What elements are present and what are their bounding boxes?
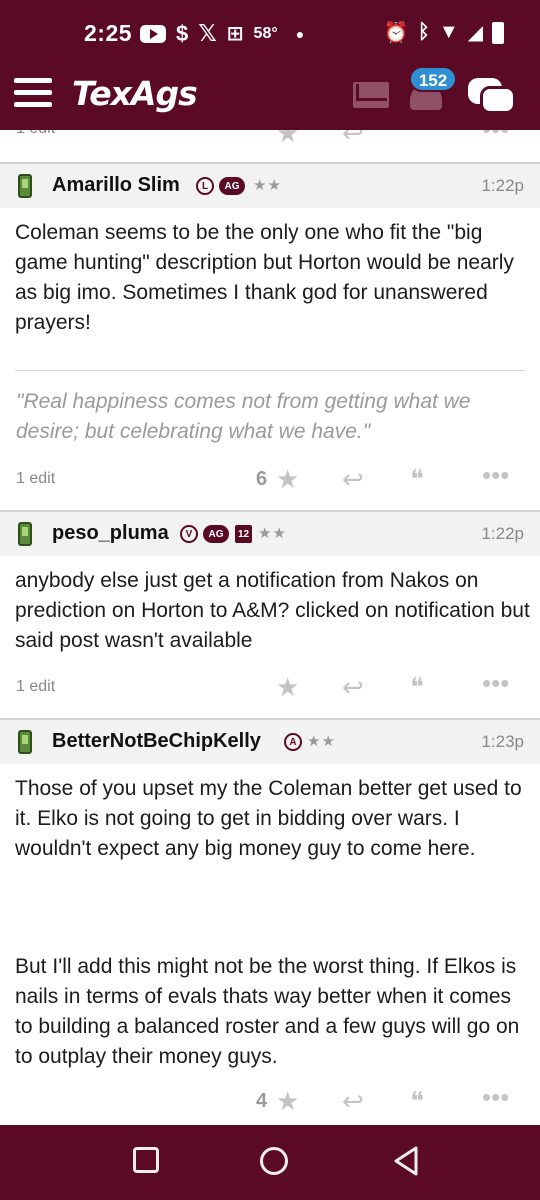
mobile-phone-icon [18, 522, 32, 546]
post-body-continued: But I'll add this might not be the worst… [15, 955, 520, 1068]
status-icons-left: $ 𝕏 ⊞ 58° ● [140, 20, 304, 47]
quote-icon[interactable]: ❝ [410, 672, 424, 703]
site-logo[interactable]: TexAgs [72, 74, 198, 113]
temperature: 58° [253, 24, 278, 42]
grid-icon: ⊞ [226, 23, 244, 45]
top-navbar: TexAgs 152 [0, 62, 540, 130]
status-bar: 2:25 $ 𝕏 ⊞ 58° ● ⏰ ᛒ ▼ ◢ [0, 0, 540, 62]
badge-l: L [196, 177, 214, 195]
post-actions: 1 edit ★ ↩ ❝ ••• [0, 668, 540, 708]
star-count: 6 [256, 468, 268, 490]
rating-stars: ★★ [307, 733, 336, 750]
quote-icon[interactable]: ❝ [410, 130, 424, 147]
reply-icon[interactable]: ↩ [342, 1086, 364, 1117]
post-signature: "Real happiness comes not from getting w… [16, 390, 471, 443]
mobile-phone-icon [18, 730, 32, 754]
star-icon[interactable]: ★ [276, 130, 299, 149]
system-nav-bar [0, 1125, 540, 1200]
more-icon[interactable]: ••• [482, 460, 509, 491]
recent-apps-icon[interactable] [133, 1147, 159, 1173]
home-icon[interactable] [260, 1147, 288, 1175]
post-actions: 4 ★ ↩ ❝ ••• [0, 1082, 540, 1122]
post-actions: 1 edit 6 ★ ↩ ❝ ••• [0, 460, 540, 500]
status-icons-right: ⏰ ᛒ ▼ ◢ [384, 20, 504, 45]
post-header: Amarillo Slim L AG ★★ 1:22p [0, 164, 540, 208]
more-icon[interactable]: ••• [482, 130, 509, 145]
quote-icon[interactable]: ❝ [410, 1086, 424, 1117]
video-icon [140, 24, 166, 43]
post-header: BetterNotBeChipKelly A ★★ 1:23p [0, 720, 540, 764]
badge-12: 12 [235, 525, 252, 543]
star-icon[interactable]: ★ [276, 672, 299, 703]
badge-v: V [180, 525, 198, 543]
more-icon[interactable]: ••• [482, 668, 509, 699]
notification-badge[interactable]: 152 [409, 66, 457, 92]
dot-icon: ● [295, 25, 305, 42]
more-icon[interactable]: ••• [482, 1082, 509, 1113]
signal-icon: ◢ [467, 22, 483, 44]
star-icon[interactable]: ★ [276, 1086, 299, 1117]
post-time: 1:22p [481, 176, 524, 195]
post-body: anybody else just get a notification fro… [15, 569, 530, 652]
badge-a: A [284, 733, 302, 751]
post-time: 1:22p [481, 524, 524, 543]
status-time: 2:25 [84, 20, 133, 46]
badge-ag: AG [203, 525, 229, 543]
post-body: Coleman seems to be the only one who fit… [15, 221, 514, 334]
post-body: Those of you upset my the Coleman better… [15, 777, 522, 860]
x-icon: 𝕏 [198, 20, 217, 46]
mail-icon[interactable] [353, 82, 389, 108]
username[interactable]: Amarillo Slim [52, 174, 180, 197]
rating-stars: ★★ [253, 177, 282, 194]
signature-divider [15, 370, 525, 371]
post-header: peso_pluma V AG 12 ★★ 1:22p [0, 512, 540, 556]
dollar-icon: $ [176, 20, 189, 46]
edit-count: 1 edit [16, 678, 56, 695]
bluetooth-icon: ᛒ [417, 21, 430, 43]
reply-icon[interactable]: ↩ [342, 464, 364, 495]
reply-icon[interactable]: ↩ [342, 672, 364, 703]
thread-content: 1 edit ★ ↩ ❝ ••• Amarillo Slim L AG ★★ 1… [0, 130, 540, 1125]
chat-icon[interactable] [468, 74, 518, 116]
quote-icon[interactable]: ❝ [410, 464, 424, 495]
alarm-icon: ⏰ [383, 22, 409, 44]
mobile-phone-icon [18, 174, 32, 198]
badge-ag: AG [219, 177, 245, 195]
wifi-icon: ▼ [438, 21, 459, 43]
reply-icon[interactable]: ↩ [342, 130, 364, 149]
post-time: 1:23p [481, 732, 524, 751]
battery-icon [492, 21, 504, 44]
edit-count: 1 edit [16, 130, 55, 138]
clipped-actions: 1 edit ★ ↩ ❝ ••• [0, 130, 540, 164]
rating-stars: ★★ [258, 525, 287, 542]
star-icon[interactable]: ★ [276, 464, 299, 495]
edit-count: 1 edit [16, 470, 56, 487]
username[interactable]: peso_pluma [52, 522, 169, 545]
menu-icon[interactable] [14, 78, 52, 108]
star-count: 4 [256, 1090, 268, 1112]
username[interactable]: BetterNotBeChipKelly [52, 730, 261, 753]
